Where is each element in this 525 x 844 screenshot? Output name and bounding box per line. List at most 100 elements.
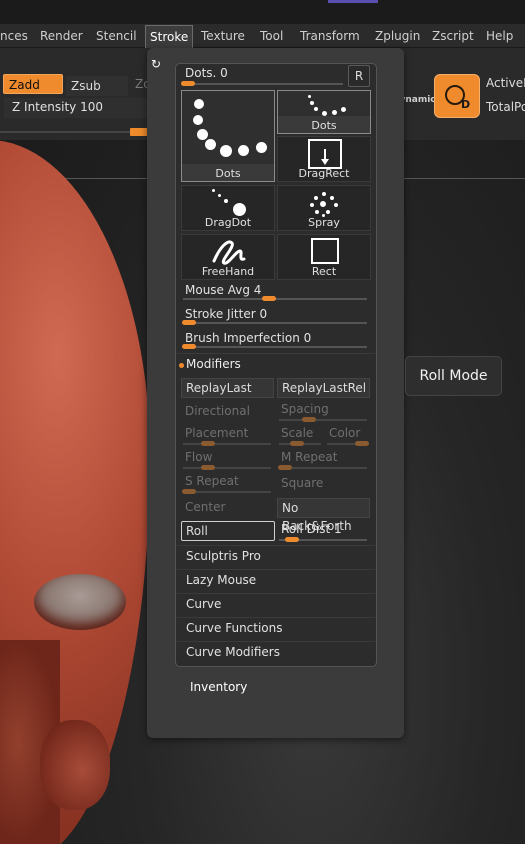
- dot-s5: [332, 110, 337, 115]
- menu-help[interactable]: Help: [486, 24, 513, 48]
- color-knob[interactable]: [355, 441, 369, 446]
- curve-modifiers-section[interactable]: Curve Modifiers: [182, 643, 372, 663]
- dots-slider-knob[interactable]: [181, 81, 195, 86]
- tile-label-rect: Rect: [311, 265, 337, 278]
- sculpt-eye: [34, 574, 126, 630]
- stroke-tile-freehand[interactable]: FreeHand: [181, 234, 275, 280]
- sculpt-nose: [40, 720, 110, 810]
- roll-mode-tooltip: Roll Mode: [405, 356, 502, 396]
- directional-button[interactable]: Directional: [185, 404, 250, 418]
- tile-label-dragdot: DragDot: [204, 216, 252, 229]
- tile-label-freehand: FreeHand: [201, 265, 255, 278]
- square-button[interactable]: Square: [281, 476, 323, 490]
- active-points-label: ActiveP: [486, 76, 525, 90]
- s-repeat-label: S Repeat: [185, 474, 239, 488]
- no-back-forth-button[interactable]: No Back&Forth: [277, 498, 370, 533]
- stroke-tile-dragrect[interactable]: DragRect: [277, 136, 371, 182]
- dot-d2: [218, 194, 221, 197]
- menu-bar: nces Render Stencil Stroke Texture Tool …: [0, 24, 525, 48]
- dot-4: [205, 139, 216, 150]
- dynamic-letter: D: [461, 98, 471, 111]
- dot-s3: [314, 107, 318, 111]
- spray-dot: [326, 210, 330, 214]
- lazy-mouse-section[interactable]: Lazy Mouse: [182, 571, 372, 591]
- dragrect-icon: [308, 139, 342, 169]
- brush-imperfection-knob[interactable]: [182, 344, 196, 349]
- menu-stroke[interactable]: Stroke: [145, 25, 194, 48]
- s-repeat-knob[interactable]: [182, 489, 196, 494]
- dot-3: [197, 129, 208, 140]
- stroke-jitter-track[interactable]: [183, 322, 367, 324]
- zbrush-window: nces Render Stencil Stroke Texture Tool …: [0, 0, 525, 844]
- zsub-button[interactable]: Zsub: [66, 76, 128, 96]
- curve-functions-section[interactable]: Curve Functions: [182, 619, 372, 639]
- menu-tool[interactable]: Tool: [260, 24, 283, 48]
- mouse-avg-knob[interactable]: [262, 296, 276, 301]
- stroke-tile-rect[interactable]: Rect: [277, 234, 371, 280]
- top-button[interactable]: [328, 0, 378, 3]
- flow-knob[interactable]: [201, 465, 215, 470]
- spray-dot: [314, 196, 318, 200]
- spray-dot: [330, 196, 334, 200]
- dots-slider-track[interactable]: [183, 83, 343, 85]
- z-intensity-slider[interactable]: Z Intensity 100: [4, 98, 154, 118]
- roll-dist-label: Roll Dist 1: [281, 522, 342, 536]
- menu-render[interactable]: Render: [40, 24, 83, 48]
- stroke-jitter-knob[interactable]: [182, 320, 196, 325]
- menu-texture[interactable]: Texture: [201, 24, 245, 48]
- menu-transform[interactable]: Transform: [300, 24, 360, 48]
- arrow-head: [321, 159, 329, 165]
- dot-s2: [310, 101, 314, 105]
- curve-section[interactable]: Curve: [182, 595, 372, 615]
- section-divider: [177, 569, 375, 570]
- inventory-section[interactable]: Inventory: [190, 680, 247, 694]
- color-label: Color: [329, 426, 361, 440]
- scale-label: Scale: [281, 426, 314, 440]
- refresh-icon[interactable]: ↻: [151, 57, 161, 71]
- dynamic-perspective-button[interactable]: D: [434, 74, 480, 118]
- replay-last-rel-button[interactable]: ReplayLastRel: [277, 378, 370, 398]
- flow-track[interactable]: [183, 467, 271, 469]
- roll-button[interactable]: Roll: [181, 521, 275, 541]
- roll-dist-knob[interactable]: [285, 537, 299, 542]
- tile-label-spray: Spray: [308, 216, 340, 229]
- tile-label-dots-small: Dots: [311, 119, 337, 132]
- placement-track[interactable]: [183, 443, 271, 445]
- spacing-label: Spacing: [281, 402, 329, 416]
- flow-label: Flow: [185, 450, 213, 464]
- m-repeat-track[interactable]: [279, 467, 367, 469]
- center-button[interactable]: Center: [185, 500, 225, 514]
- stroke-tile-spray[interactable]: Spray: [277, 185, 371, 231]
- brush-imperfection-track[interactable]: [183, 346, 367, 348]
- spray-dot: [310, 203, 314, 207]
- m-repeat-knob[interactable]: [278, 465, 292, 470]
- reset-button[interactable]: R: [348, 65, 370, 87]
- modifiers-header[interactable]: Modifiers: [186, 357, 241, 371]
- section-bullet-icon: [179, 363, 184, 368]
- tile-label-dots: Dots: [215, 167, 241, 180]
- menu-stencil[interactable]: Stencil: [96, 24, 137, 48]
- sculptris-pro-section[interactable]: Sculptris Pro: [182, 547, 372, 567]
- spacing-knob[interactable]: [302, 417, 316, 422]
- spray-dot: [320, 201, 326, 207]
- placement-label: Placement: [185, 426, 249, 440]
- spacing-track[interactable]: [279, 419, 367, 421]
- total-points-label: TotalPo: [486, 100, 525, 114]
- stroke-tile-dots-large[interactable]: Dots: [181, 90, 275, 182]
- scale-knob[interactable]: [290, 441, 304, 446]
- placement-knob[interactable]: [201, 441, 215, 446]
- spray-dot: [334, 203, 338, 207]
- zadd-button[interactable]: Zadd: [3, 74, 63, 94]
- stroke-tile-dragdot[interactable]: DragDot: [181, 185, 275, 231]
- replay-last-button[interactable]: ReplayLast: [181, 378, 274, 398]
- menu-zscript[interactable]: Zscript: [432, 24, 474, 48]
- menu-zplugin[interactable]: Zplugin: [375, 24, 420, 48]
- m-repeat-label: M Repeat: [281, 450, 338, 464]
- stroke-tile-dots[interactable]: Dots: [277, 90, 371, 134]
- menu-preferences[interactable]: nces: [0, 24, 28, 48]
- s-repeat-track[interactable]: [183, 491, 271, 493]
- dot-7: [256, 142, 267, 153]
- mouse-avg-label: Mouse Avg 4: [185, 283, 262, 297]
- dot-6: [238, 145, 249, 156]
- spray-dot: [322, 192, 326, 196]
